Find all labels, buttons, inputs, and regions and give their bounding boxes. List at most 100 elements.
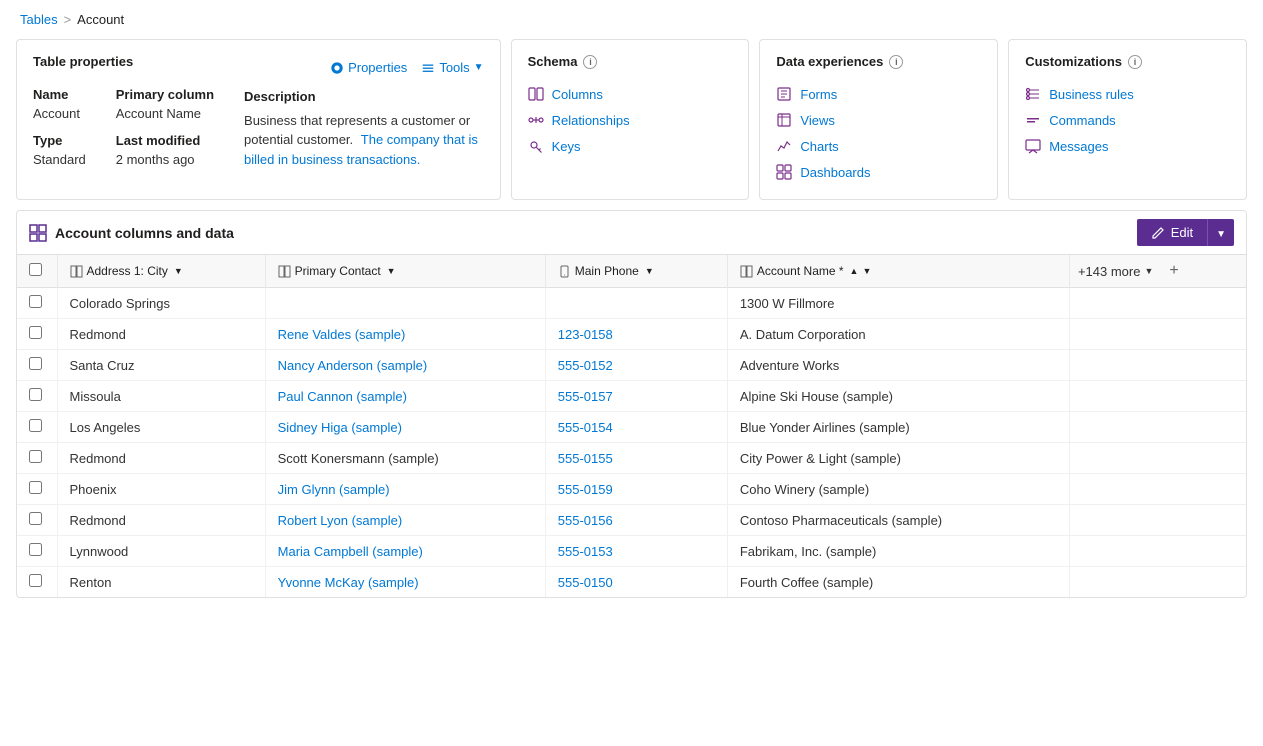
row-checkbox[interactable] <box>29 357 42 370</box>
breadcrumb: Tables > Account <box>0 0 1263 39</box>
row-checkbox[interactable] <box>29 512 42 525</box>
business-rules-link[interactable]: Business rules <box>1025 81 1230 107</box>
row-checkbox[interactable] <box>29 450 42 463</box>
contact-cell[interactable]: Robert Lyon (sample) <box>265 505 545 536</box>
phone-cell[interactable]: 555-0156 <box>545 505 727 536</box>
table-properties-panel: Table properties Properties Tools ▼ <box>16 39 501 200</box>
table-row: RedmondRene Valdes (sample)123-0158A. Da… <box>17 319 1246 350</box>
business-rules-icon <box>1025 86 1041 102</box>
row-checkbox[interactable] <box>29 481 42 494</box>
add-column-button[interactable]: + <box>1161 256 1186 286</box>
row-checkbox[interactable] <box>29 419 42 432</box>
row-checkbox[interactable] <box>29 295 42 308</box>
contact-cell[interactable]: Sidney Higa (sample) <box>265 412 545 443</box>
extra-cell <box>1069 567 1246 598</box>
grid-container: Address 1: City ▼ Primary Contact ▼ <box>17 255 1246 597</box>
custom-info-icon[interactable]: i <box>1128 55 1142 69</box>
table-row: RedmondRobert Lyon (sample)555-0156Conto… <box>17 505 1246 536</box>
contact-cell[interactable]: Nancy Anderson (sample) <box>265 350 545 381</box>
dashboards-link[interactable]: Dashboards <box>776 159 981 185</box>
phone-cell[interactable]: 555-0157 <box>545 381 727 412</box>
data-section-title: Account columns and data <box>29 224 234 242</box>
header-phone: Main Phone ▼ <box>545 255 727 288</box>
properties-link[interactable]: Properties <box>330 60 407 75</box>
name-label: Name <box>33 87 86 102</box>
phone-cell[interactable]: 555-0154 <box>545 412 727 443</box>
select-all-checkbox[interactable] <box>29 263 42 276</box>
contact-cell[interactable]: Maria Campbell (sample) <box>265 536 545 567</box>
messages-link[interactable]: Messages <box>1025 133 1230 159</box>
tools-icon <box>421 61 435 75</box>
account-sort-asc-icon[interactable]: ▲ <box>850 266 859 276</box>
account-col-icon <box>740 265 753 278</box>
forms-icon <box>776 86 792 102</box>
table-row: MissoulaPaul Cannon (sample)555-0157Alpi… <box>17 381 1246 412</box>
row-checkbox-cell <box>17 567 57 598</box>
schema-info-icon[interactable]: i <box>583 55 597 69</box>
phone-cell[interactable]: 555-0159 <box>545 474 727 505</box>
account-cell: Adventure Works <box>727 350 1069 381</box>
more-chevron-icon: ▼ <box>1144 266 1153 276</box>
views-link[interactable]: Views <box>776 107 981 133</box>
table-row: RedmondScott Konersmann (sample)555-0155… <box>17 443 1246 474</box>
account-dropdown-icon[interactable]: ▼ <box>862 266 871 276</box>
edit-button[interactable]: Edit <box>1137 219 1207 246</box>
row-checkbox[interactable] <box>29 543 42 556</box>
gear-icon <box>330 61 344 75</box>
contact-cell[interactable]: Jim Glynn (sample) <box>265 474 545 505</box>
city-cell: Colorado Springs <box>57 288 265 319</box>
contact-dropdown-icon[interactable]: ▼ <box>387 266 396 276</box>
table-body: Colorado Springs1300 W FillmoreRedmondRe… <box>17 288 1246 598</box>
table-row: RentonYvonne McKay (sample)555-0150Fourt… <box>17 567 1246 598</box>
row-checkbox[interactable] <box>29 326 42 339</box>
contact-cell <box>265 288 545 319</box>
header-contact: Primary Contact ▼ <box>265 255 545 288</box>
data-exp-info-icon[interactable]: i <box>889 55 903 69</box>
last-modified-label: Last modified <box>116 133 214 148</box>
breadcrumb-parent[interactable]: Tables <box>20 12 58 27</box>
city-cell: Missoula <box>57 381 265 412</box>
more-columns-button[interactable]: +143 more ▼ <box>1070 258 1161 285</box>
edit-icon <box>1151 226 1165 240</box>
columns-icon <box>528 86 544 102</box>
city-dropdown-icon[interactable]: ▼ <box>174 266 183 276</box>
phone-cell[interactable]: 555-0153 <box>545 536 727 567</box>
extra-cell <box>1069 505 1246 536</box>
primary-col-label: Primary column <box>116 87 214 102</box>
phone-cell[interactable]: 555-0150 <box>545 567 727 598</box>
phone-cell[interactable]: 555-0152 <box>545 350 727 381</box>
phone-dropdown-icon[interactable]: ▼ <box>645 266 654 276</box>
edit-dropdown-button[interactable]: ▼ <box>1207 219 1234 246</box>
table-row: Los AngelesSidney Higa (sample)555-0154B… <box>17 412 1246 443</box>
contact-cell[interactable]: Paul Cannon (sample) <box>265 381 545 412</box>
columns-link[interactable]: Columns <box>528 81 733 107</box>
account-cell: A. Datum Corporation <box>727 319 1069 350</box>
phone-col-icon <box>558 265 571 278</box>
type-value: Standard <box>33 152 86 167</box>
data-section-header: Account columns and data Edit ▼ <box>17 211 1246 255</box>
contact-cell[interactable]: Rene Valdes (sample) <box>265 319 545 350</box>
commands-icon <box>1025 112 1041 128</box>
tools-link[interactable]: Tools ▼ <box>421 60 483 75</box>
extra-cell <box>1069 536 1246 567</box>
commands-link[interactable]: Commands <box>1025 107 1230 133</box>
messages-icon <box>1025 138 1041 154</box>
phone-cell <box>545 288 727 319</box>
charts-link[interactable]: Charts <box>776 133 981 159</box>
phone-cell[interactable]: 123-0158 <box>545 319 727 350</box>
city-cell: Redmond <box>57 319 265 350</box>
primary-col-value: Account Name <box>116 106 214 121</box>
city-cell: Renton <box>57 567 265 598</box>
forms-link[interactable]: Forms <box>776 81 981 107</box>
relationships-link[interactable]: Relationships <box>528 107 733 133</box>
row-checkbox[interactable] <box>29 388 42 401</box>
row-checkbox[interactable] <box>29 574 42 587</box>
contact-cell[interactable]: Yvonne McKay (sample) <box>265 567 545 598</box>
customizations-title: Customizations i <box>1025 54 1230 69</box>
contact-col-icon <box>278 265 291 278</box>
keys-link[interactable]: Keys <box>528 133 733 159</box>
row-checkbox-cell <box>17 412 57 443</box>
name-value: Account <box>33 106 86 121</box>
phone-cell[interactable]: 555-0155 <box>545 443 727 474</box>
type-label: Type <box>33 133 86 148</box>
